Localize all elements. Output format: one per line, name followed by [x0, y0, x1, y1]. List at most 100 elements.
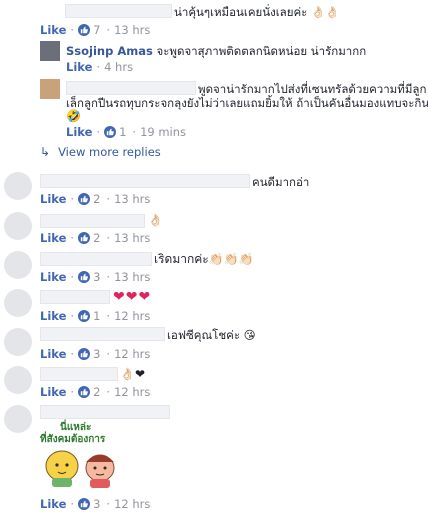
like-count: 2 — [93, 231, 101, 245]
timestamp: 12 hrs — [114, 385, 151, 399]
like-count: 2 — [93, 192, 101, 206]
redacted-name — [40, 367, 118, 381]
reply-arrow-icon: ↳ — [40, 145, 51, 159]
timestamp: 4 hrs — [104, 60, 134, 74]
avatar[interactable] — [4, 366, 32, 394]
like-count: 3 — [93, 347, 101, 361]
like-reaction-icon — [78, 271, 91, 283]
avatar[interactable] — [4, 212, 32, 240]
timestamp: 19 mins — [140, 125, 187, 139]
like-link[interactable]: Like — [66, 125, 92, 139]
avatar[interactable] — [4, 251, 32, 279]
comment-text: 👌🏻 — [148, 213, 163, 227]
separator: · — [106, 347, 111, 361]
like-reaction-icon — [78, 386, 91, 398]
redacted-name — [40, 327, 165, 341]
like-link[interactable]: Like — [66, 60, 92, 74]
view-more-label: View more replies — [58, 145, 161, 159]
separator: · — [96, 60, 101, 74]
avatar[interactable] — [4, 289, 32, 317]
reply-text: จะพูดจาสุภาพติดตลกนิดหน่อย น่ารักมากก — [156, 44, 367, 58]
timestamp: 13 hrs — [114, 192, 151, 206]
avatar[interactable] — [4, 328, 32, 356]
separator: · — [70, 231, 75, 245]
comment-meta: Like · 3 · 12 hrs — [40, 347, 150, 361]
comment-meta: Like · 7 · 13 hrs — [40, 23, 150, 37]
like-link[interactable]: Like — [40, 23, 66, 37]
redacted-name — [40, 252, 152, 266]
like-count: 7 — [93, 23, 101, 37]
view-more-replies-link[interactable]: ↳ View more replies — [40, 145, 161, 159]
like-link[interactable]: Like — [40, 497, 66, 511]
comment-meta: Like · 3 · 13 hrs — [40, 270, 150, 284]
comment-meta: Like · 3 · 12 hrs — [40, 497, 150, 511]
timestamp: 12 hrs — [114, 497, 151, 511]
redacted-name — [40, 405, 170, 419]
redacted-name — [40, 174, 250, 188]
like-link[interactable]: Like — [40, 385, 66, 399]
comment-text: ❤❤❤ — [113, 289, 152, 305]
separator: · — [70, 192, 75, 206]
sticker: นี่แหล่ะ ที่สังคมต้องการ — [38, 422, 138, 494]
separator: · — [132, 125, 137, 139]
separator: · — [70, 347, 75, 361]
separator: · — [106, 385, 111, 399]
comment-text: 👌🏻❤ — [120, 367, 145, 381]
separator: · — [106, 309, 111, 323]
redacted-name — [40, 214, 145, 228]
like-link[interactable]: Like — [40, 231, 66, 245]
reply-text: พูดจาน่ารักมากไปส่งที่เซนทรัลด้วยความที่… — [198, 82, 427, 96]
reply-meta: Like · 1 · 19 mins — [66, 125, 186, 139]
like-reaction-icon — [78, 232, 91, 244]
avatar[interactable] — [4, 172, 32, 200]
reply-meta: Like · 4 hrs — [66, 60, 133, 74]
separator: · — [106, 23, 111, 37]
separator: · — [106, 192, 111, 206]
timestamp: 12 hrs — [114, 347, 151, 361]
reply-text: 🤣 — [66, 109, 81, 123]
timestamp: 13 hrs — [114, 23, 151, 37]
timestamp: 13 hrs — [114, 231, 151, 245]
comment-text: เอฟซีคุณโชค่ะ 😘 — [167, 328, 256, 342]
separator: · — [70, 270, 75, 284]
avatar[interactable] — [4, 405, 32, 433]
like-reaction-icon — [78, 348, 91, 360]
like-link[interactable]: Like — [40, 309, 66, 323]
separator: · — [106, 270, 111, 284]
timestamp: 13 hrs — [114, 270, 151, 284]
reply-line: Ssojinp Amas จะพูดจาสุภาพติดตลกนิดหน่อย … — [66, 44, 366, 58]
redacted-name — [40, 290, 110, 304]
redacted-name — [66, 81, 196, 95]
avatar[interactable] — [40, 79, 60, 99]
like-link[interactable]: Like — [40, 192, 66, 206]
redacted-name — [65, 4, 172, 18]
like-reaction-icon — [78, 193, 91, 205]
comment-text: เริดมากค่ะ👏🏻👏🏻👏🏻 — [154, 252, 254, 266]
like-count: 2 — [93, 385, 101, 399]
comment-meta: Like · 2 · 13 hrs — [40, 192, 150, 206]
sticker-caption: ที่สังคมต้องการ — [40, 434, 106, 445]
comment-text: คนดีมากอ่า — [252, 175, 310, 189]
like-count: 1 — [119, 125, 127, 139]
reply-text: เล็กลูกปีนรถทุบกระจกลุงยังไม่ว่าเลยแถมยิ… — [66, 96, 428, 110]
comment-meta: Like · 2 · 13 hrs — [40, 231, 150, 245]
avatar[interactable] — [40, 41, 60, 61]
separator: · — [106, 231, 111, 245]
like-link[interactable]: Like — [40, 347, 66, 361]
separator: · — [70, 385, 75, 399]
like-reaction-icon — [104, 126, 117, 138]
like-reaction-icon — [78, 310, 91, 322]
separator: · — [70, 23, 75, 37]
separator: · — [106, 497, 111, 511]
comment-text: น่าคุ้นๆเหมือนเคยนั่งเลยค่ะ 👌🏻👌🏻 — [174, 5, 340, 19]
like-count: 3 — [93, 497, 101, 511]
like-reaction-icon — [78, 498, 91, 510]
like-count: 1 — [93, 309, 101, 323]
like-link[interactable]: Like — [40, 270, 66, 284]
like-reaction-icon — [78, 24, 91, 36]
separator: · — [96, 125, 101, 139]
separator: · — [70, 309, 75, 323]
comment-meta: Like · 2 · 12 hrs — [40, 385, 150, 399]
timestamp: 12 hrs — [114, 309, 151, 323]
author-name[interactable]: Ssojinp Amas — [66, 44, 153, 58]
